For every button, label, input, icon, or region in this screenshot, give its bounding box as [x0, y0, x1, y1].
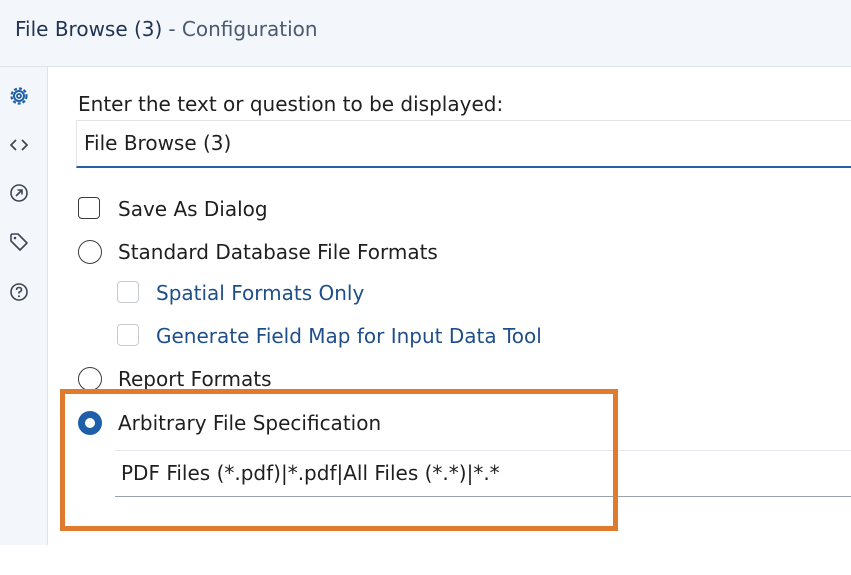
prompt-input[interactable]: File Browse (3)	[76, 120, 851, 168]
standard-db-radio[interactable]	[78, 240, 102, 264]
field-map-label: Generate Field Map for Input Data Tool	[156, 324, 542, 348]
report-formats-label[interactable]: Report Formats	[118, 367, 272, 391]
code-icon[interactable]	[7, 133, 31, 157]
field-map-checkbox[interactable]	[117, 324, 139, 346]
gear-icon[interactable]	[7, 84, 31, 108]
save-as-dialog-label[interactable]: Save As Dialog	[118, 197, 268, 221]
sidebar	[0, 67, 48, 545]
title-subtitle: - Configuration	[168, 17, 318, 41]
help-icon[interactable]	[7, 280, 31, 304]
config-header: File Browse (3) - Configuration	[0, 0, 851, 67]
report-formats-radio[interactable]	[78, 367, 102, 391]
tool-title: File Browse (3)	[15, 17, 163, 41]
save-as-dialog-checkbox[interactable]	[78, 197, 100, 219]
tag-icon[interactable]	[7, 230, 31, 254]
window-title: File Browse (3) - Configuration	[15, 17, 318, 41]
prompt-label: Enter the text or question to be display…	[78, 92, 504, 116]
spatial-formats-label: Spatial Formats Only	[156, 281, 365, 305]
highlight-box	[60, 389, 618, 531]
standard-db-label[interactable]: Standard Database File Formats	[118, 240, 438, 264]
prompt-input-value: File Browse (3)	[84, 131, 232, 155]
arrow-circle-icon[interactable]	[7, 181, 31, 205]
spatial-formats-checkbox[interactable]	[117, 281, 139, 303]
